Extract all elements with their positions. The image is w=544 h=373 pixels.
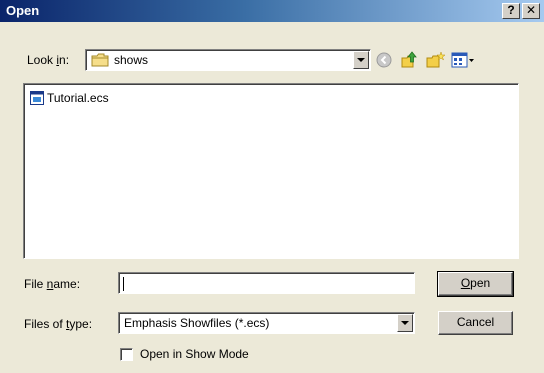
open-button[interactable]: Open [437,271,514,297]
look-in-value: shows [114,53,149,67]
file-name-label: File name: [24,277,81,291]
help-button[interactable]: ? [502,3,520,19]
view-menu-icon[interactable] [451,52,475,68]
files-of-type-value: Emphasis Showfiles (*.ecs) [124,316,270,330]
look-in-dropdown-button[interactable] [353,51,369,69]
chevron-down-icon [357,58,365,62]
look-in-label: Look in: [27,53,70,67]
show-mode-label[interactable]: Open in Show Mode [140,347,249,361]
new-folder-icon[interactable] [425,51,445,69]
files-of-type-dropdown-button[interactable] [397,314,413,332]
up-folder-icon[interactable] [400,51,418,69]
cancel-button[interactable]: Cancel [438,311,513,335]
chevron-down-icon [401,321,409,325]
file-name-input[interactable] [118,272,415,294]
text-caret [123,277,124,291]
window-title: Open [6,3,40,18]
show-mode-checkbox[interactable] [120,348,133,361]
close-button[interactable]: ✕ [522,3,540,19]
showfile-icon [30,91,44,105]
folder-icon [91,53,109,67]
files-of-type-label: Files of type: [24,317,93,331]
look-in-dropdown[interactable]: shows [85,49,371,71]
list-item[interactable]: Tutorial.ecs [30,90,109,106]
file-list[interactable]: Tutorial.ecs [23,83,519,259]
help-icon: ? [507,3,515,17]
file-name-label: Tutorial.ecs [47,91,109,105]
files-of-type-dropdown[interactable]: Emphasis Showfiles (*.ecs) [118,312,415,334]
close-icon: ✕ [525,3,537,17]
back-icon[interactable] [376,52,392,68]
open-dialog: Open ? ✕ Look in: shows Tutorial.ecs Fil… [0,0,544,373]
title-bar[interactable]: Open ? ✕ [0,0,544,22]
